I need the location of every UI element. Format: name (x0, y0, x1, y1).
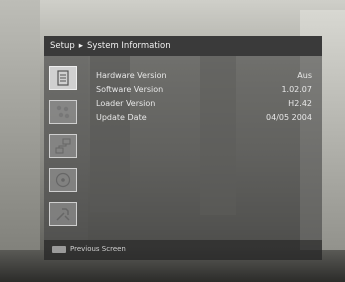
network-icon (55, 138, 71, 154)
footer-text: Previous Screen (70, 245, 126, 253)
sidebar-menu (44, 56, 88, 240)
info-row-update-date: Update Date 04/05 2004 (96, 113, 312, 125)
disc-icon (55, 172, 71, 188)
info-row-software-version: Software Version 1.02.07 (96, 85, 312, 97)
sidebar-item-network[interactable] (49, 134, 77, 158)
sidebar-item-installation[interactable] (49, 100, 77, 124)
breadcrumb-setup[interactable]: Setup (50, 41, 75, 51)
system-information-panel: Setup ▸ System Information Hardware Vers… (44, 36, 322, 260)
sidebar-item-tools[interactable] (49, 202, 77, 226)
tools-icon (56, 208, 70, 221)
page-title: System Information (87, 41, 171, 51)
sidebar-item-disc[interactable] (49, 168, 77, 192)
installation-icon (56, 105, 70, 119)
info-label: Loader Version (96, 99, 156, 108)
exit-key-icon (52, 246, 66, 253)
info-label: Update Date (96, 113, 147, 122)
info-row-loader-version: Loader Version H2.42 (96, 99, 312, 111)
breadcrumb-separator-icon: ▸ (78, 41, 84, 51)
footer-hint: Previous Screen (44, 240, 322, 260)
breadcrumb: Setup ▸ System Information (44, 36, 322, 56)
info-label: Hardware Version (96, 71, 167, 80)
info-value: H2.42 (288, 99, 312, 108)
info-value: 1.02.07 (281, 85, 312, 94)
sidebar-item-system-information[interactable] (49, 66, 77, 90)
info-value: 04/05 2004 (266, 113, 312, 122)
info-row-hardware-version: Hardware Version Aus (96, 71, 312, 83)
info-label: Software Version (96, 85, 164, 94)
system-information-icon (57, 70, 69, 86)
info-content: Hardware Version Aus Software Version 1.… (88, 56, 322, 240)
info-value: Aus (297, 71, 312, 80)
